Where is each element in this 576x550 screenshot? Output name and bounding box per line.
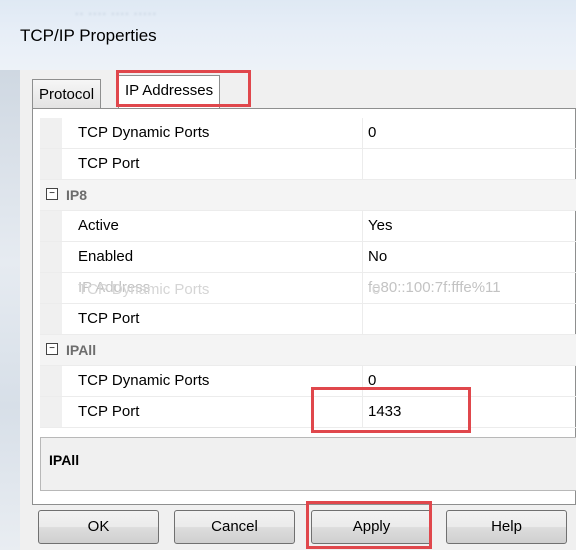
property-name: TCP Port bbox=[78, 155, 140, 172]
property-value[interactable] bbox=[362, 149, 576, 179]
collapse-icon[interactable]: − bbox=[46, 188, 58, 200]
category-name: IP8 bbox=[66, 187, 88, 203]
property-grid[interactable]: TCP Dynamic Ports 0 TCP Port − IP8 Activ… bbox=[40, 118, 576, 428]
property-value[interactable]: Yes bbox=[362, 211, 576, 241]
grid-row[interactable]: Active Yes bbox=[40, 211, 576, 242]
grid-row[interactable]: TCP Dynamic Ports 0 bbox=[40, 118, 576, 149]
property-name: TCP Port bbox=[78, 403, 140, 420]
help-button[interactable]: Help bbox=[446, 510, 567, 544]
category-name: IPAll bbox=[66, 342, 97, 358]
property-name: TCP Dynamic Ports bbox=[78, 372, 210, 389]
property-name: Enabled bbox=[78, 248, 134, 265]
property-name: TCP Dynamic Ports bbox=[78, 124, 210, 141]
ghost-row-text: TCP Dynamic Ports 0 bbox=[78, 281, 381, 298]
title-bar: ·· ···· ···· ····· TCP/IP Properties bbox=[0, 0, 576, 70]
property-value[interactable]: 0 bbox=[362, 118, 576, 148]
property-name: Active bbox=[78, 217, 119, 234]
property-value[interactable] bbox=[362, 304, 576, 334]
description-pane: IPAll bbox=[40, 437, 576, 491]
category-row-ipall[interactable]: − IPAll bbox=[40, 335, 576, 366]
property-name: TCP Port bbox=[78, 310, 140, 327]
dialog-title: TCP/IP Properties bbox=[20, 26, 157, 45]
category-row-ip8[interactable]: − IP8 bbox=[40, 180, 576, 211]
background-window-edge bbox=[0, 70, 22, 550]
property-value[interactable]: 0 bbox=[362, 366, 576, 396]
tcp-port-value[interactable]: 1433 bbox=[362, 397, 576, 427]
property-value[interactable]: fe80::100:7f:fffe%11 bbox=[362, 273, 576, 303]
background-blur-text: ·· ···· ···· ····· bbox=[75, 8, 158, 20]
apply-button[interactable]: Apply bbox=[311, 510, 432, 544]
grid-row[interactable]: Enabled No bbox=[40, 242, 576, 273]
description-title: IPAll bbox=[49, 452, 80, 468]
grid-row[interactable]: TCP Port 1433 bbox=[40, 397, 576, 428]
tab-protocol[interactable]: Protocol bbox=[32, 79, 102, 108]
grid-row[interactable]: TCP Port bbox=[40, 304, 576, 335]
ok-button[interactable]: OK bbox=[38, 510, 159, 544]
property-value[interactable]: No bbox=[362, 242, 576, 272]
collapse-icon[interactable]: − bbox=[46, 343, 58, 355]
cancel-button[interactable]: Cancel bbox=[174, 510, 295, 544]
grid-row[interactable]: TCP Port bbox=[40, 149, 576, 180]
grid-row[interactable]: TCP Dynamic Ports 0 bbox=[40, 366, 576, 397]
tab-ip-addresses[interactable]: IP Addresses bbox=[118, 75, 221, 109]
